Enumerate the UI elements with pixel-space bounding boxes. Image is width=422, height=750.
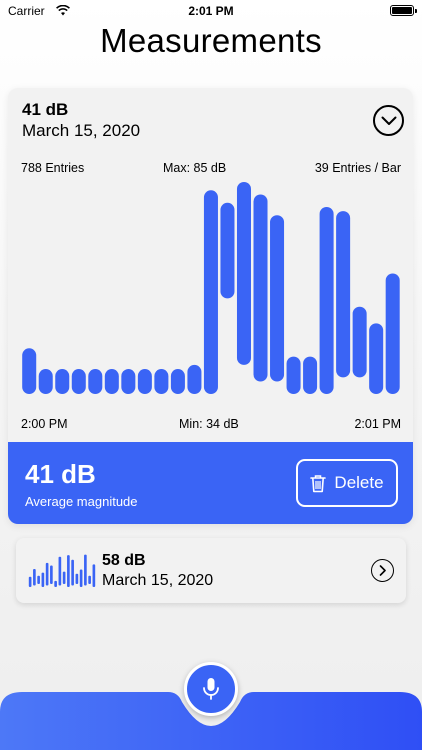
min-value: Min: 34 dB bbox=[179, 417, 239, 431]
chevron-down-icon bbox=[381, 116, 396, 125]
chart-bar bbox=[71, 369, 86, 394]
chart-bar bbox=[236, 182, 251, 365]
mini-chart-bar bbox=[45, 562, 49, 586]
measurement-list-item[interactable]: 58 dB March 15, 2020 bbox=[16, 538, 406, 603]
mini-chart-bar bbox=[67, 555, 70, 587]
chart-bar bbox=[253, 194, 268, 382]
chart-bar bbox=[170, 369, 185, 394]
mini-chart-bar bbox=[54, 580, 57, 587]
entry-db: 58 dB bbox=[102, 552, 146, 569]
mini-chart-bar bbox=[84, 554, 87, 586]
chart-bar bbox=[220, 202, 235, 299]
chart-bar bbox=[385, 273, 400, 394]
record-button[interactable] bbox=[184, 662, 238, 716]
chart-bar bbox=[55, 369, 70, 394]
chart-bar bbox=[121, 369, 136, 394]
chart-bar bbox=[369, 323, 384, 394]
entries-count: 788 Entries bbox=[21, 161, 85, 175]
chevron-right-icon bbox=[379, 565, 386, 576]
average-panel: 41 dB Average magnitude Delete bbox=[8, 442, 413, 524]
entries-per-bar: 39 Entries / Bar bbox=[314, 161, 401, 175]
axis-end-time: 2:01 PM bbox=[354, 417, 401, 431]
decibel-chart bbox=[22, 182, 400, 394]
collapse-button[interactable] bbox=[373, 105, 404, 136]
chart-bar bbox=[203, 190, 218, 394]
max-value: Max: 85 dB bbox=[163, 161, 227, 175]
chart-stats: 788 Entries Max: 85 dB 39 Entries / Bar bbox=[21, 161, 401, 177]
chart-bar bbox=[270, 215, 285, 382]
mini-chart-bar bbox=[41, 572, 45, 587]
mini-chart-bar bbox=[92, 564, 96, 587]
average-label: Average magnitude bbox=[25, 494, 138, 509]
delete-button[interactable]: Delete bbox=[296, 459, 398, 507]
mini-chart-bar bbox=[58, 556, 62, 586]
page-title: Measurements bbox=[100, 22, 322, 59]
chart-bar bbox=[336, 211, 351, 378]
chart-bar bbox=[286, 356, 301, 394]
mini-chart-bar bbox=[75, 573, 79, 584]
chart-bar bbox=[137, 369, 152, 394]
chart-bar bbox=[88, 369, 103, 394]
mini-chart-bar bbox=[28, 576, 32, 587]
mini-chart-bar bbox=[71, 559, 74, 586]
mini-chart-bar bbox=[62, 571, 66, 584]
entry-date: March 15, 2020 bbox=[102, 572, 214, 589]
chart-bar bbox=[154, 369, 169, 394]
chart-bar bbox=[38, 369, 53, 394]
mini-chart-bar bbox=[37, 575, 40, 584]
axis-start-time: 2:00 PM bbox=[21, 417, 68, 431]
chart-bar bbox=[303, 356, 318, 394]
measurement-card-expanded: 41 dB March 15, 2020 788 Entries Max: 85… bbox=[8, 88, 413, 524]
status-time: 2:01 PM bbox=[188, 4, 234, 18]
chart-bar bbox=[22, 348, 37, 394]
chart-bar bbox=[187, 364, 202, 394]
mini-chart-bar bbox=[50, 565, 53, 584]
status-bar: Carrier 2:01 PM bbox=[0, 0, 422, 24]
measurement-db: 41 dB bbox=[22, 100, 69, 119]
chart-axis-labels: 2:00 PM Min: 34 dB 2:01 PM bbox=[21, 417, 401, 433]
mini-chart bbox=[28, 554, 96, 587]
measurement-date: March 15, 2020 bbox=[22, 121, 141, 140]
mini-chart-bar bbox=[33, 569, 36, 586]
chart-bar bbox=[104, 369, 119, 394]
chart-bar bbox=[352, 306, 367, 378]
trash-icon bbox=[310, 474, 327, 492]
mini-chart-bar bbox=[79, 569, 83, 587]
delete-label: Delete bbox=[334, 473, 384, 492]
battery-icon bbox=[390, 5, 417, 16]
mini-chart-bar bbox=[88, 575, 91, 584]
expand-button[interactable] bbox=[371, 559, 394, 582]
chart-bar bbox=[319, 206, 334, 394]
average-value: 41 dB bbox=[25, 459, 96, 489]
microphone-icon bbox=[203, 678, 219, 700]
